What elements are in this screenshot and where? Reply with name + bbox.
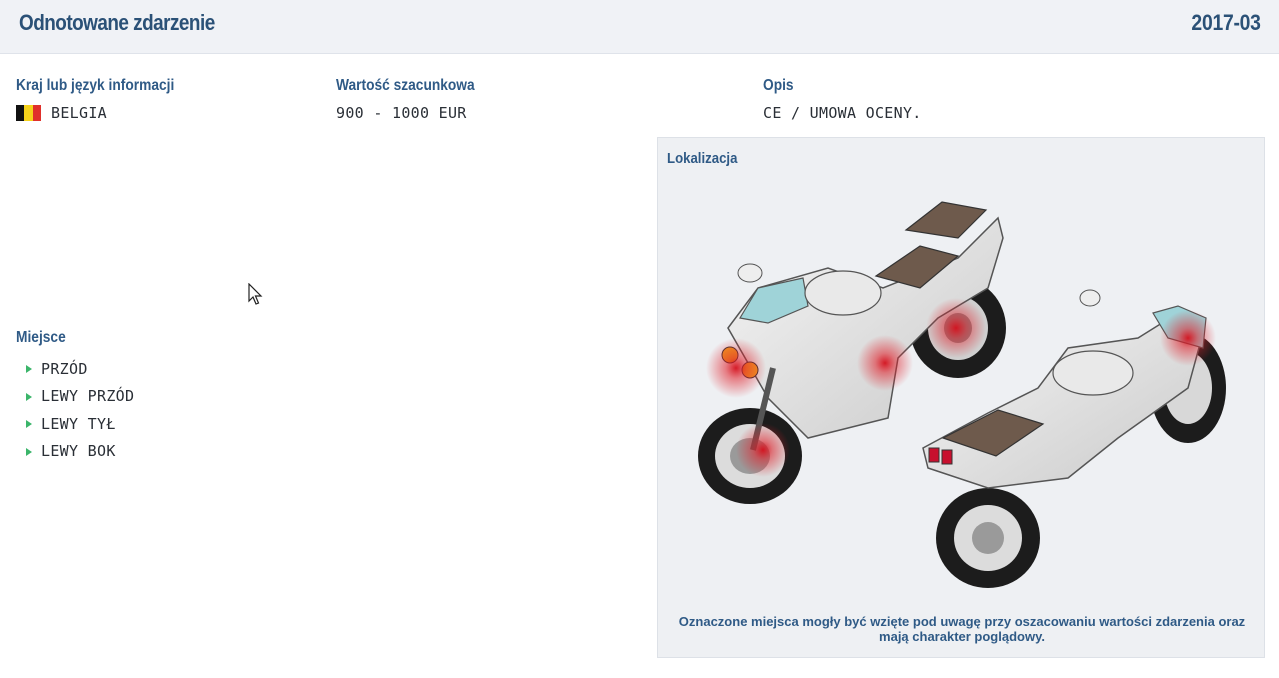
list-item: LEWY PRZÓD bbox=[26, 383, 134, 411]
page-title: Odnotowane zdarzenie bbox=[19, 10, 215, 35]
page-header: Odnotowane zdarzenie 2017-03 bbox=[0, 0, 1279, 54]
damage-marker-front-right bbox=[1160, 310, 1216, 366]
damage-marker-left-rear bbox=[926, 298, 986, 358]
damage-marker-left-side bbox=[857, 335, 913, 391]
description-value: CE / UMOWA OCENY. bbox=[763, 104, 922, 122]
description-label: Opis bbox=[763, 77, 794, 94]
estimate-value: 900 - 1000 EUR bbox=[336, 104, 467, 122]
place-list: PRZÓD LEWY PRZÓD LEWY TYŁ LEWY BOK bbox=[26, 355, 134, 465]
bullet-arrow-icon bbox=[26, 420, 32, 429]
mouse-cursor-icon bbox=[248, 283, 263, 305]
place-item-text: LEWY BOK bbox=[41, 442, 116, 461]
damage-marker-front bbox=[706, 338, 766, 398]
place-item-text: PRZÓD bbox=[41, 359, 88, 378]
place-item-text: LEWY TYŁ bbox=[41, 414, 116, 433]
location-note: Oznaczone miejsca mogły być wzięte pod u… bbox=[678, 614, 1246, 644]
damage-marker-front-wheel bbox=[736, 423, 790, 477]
place-label: Miejsce bbox=[16, 329, 66, 346]
bullet-arrow-icon bbox=[26, 447, 32, 456]
list-item: LEWY TYŁ bbox=[26, 410, 134, 438]
country-label: Kraj lub język informacji bbox=[16, 77, 175, 94]
bullet-arrow-icon bbox=[26, 365, 32, 374]
belgium-flag-icon bbox=[16, 105, 41, 121]
estimate-label: Wartość szacunkowa bbox=[336, 77, 475, 94]
bullet-arrow-icon bbox=[26, 392, 32, 401]
motorcycle-damage-illustration bbox=[698, 201, 1226, 588]
country-value: BELGIA bbox=[51, 104, 107, 122]
list-item: PRZÓD bbox=[26, 355, 134, 383]
place-item-text: LEWY PRZÓD bbox=[41, 387, 135, 406]
location-panel: Lokalizacja Oznaczone miejsca mogły być … bbox=[657, 137, 1265, 658]
list-item: LEWY BOK bbox=[26, 438, 134, 466]
event-date: 2017-03 bbox=[1191, 10, 1261, 35]
